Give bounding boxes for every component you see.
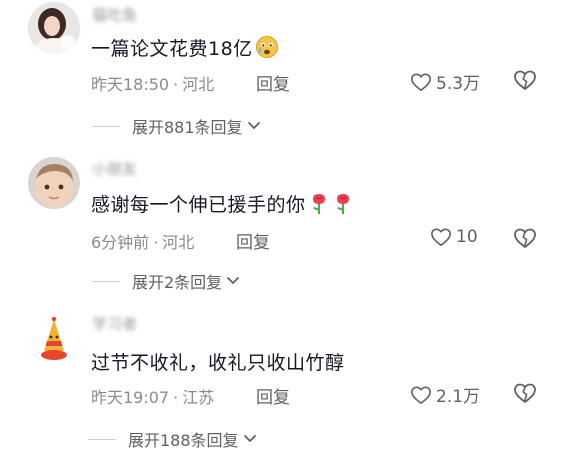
expand-replies-label: 展开881条回复 <box>132 118 243 137</box>
broken-heart-icon <box>514 228 536 248</box>
expand-replies-button[interactable]: 展开2条回复 <box>92 269 240 293</box>
avatar[interactable] <box>28 313 80 365</box>
reply-button[interactable]: 回复 <box>256 70 290 95</box>
divider-line <box>88 438 116 440</box>
avatar-image <box>28 313 80 365</box>
expand-replies-button[interactable]: 展开188条回复 <box>88 427 257 451</box>
heart-icon <box>411 385 431 404</box>
broken-heart-icon <box>514 70 536 90</box>
comment-meta: 昨天18:50 · 河北 <box>91 71 214 95</box>
reply-button[interactable]: 回复 <box>256 383 290 408</box>
dislike-button[interactable] <box>513 227 537 253</box>
like-count: 5.3万 <box>436 74 481 94</box>
comment-time: 昨天19:07 <box>91 388 170 407</box>
comment-location: 河北 <box>162 233 195 252</box>
comment-text-content: 一篇论文花费18亿 <box>91 38 253 60</box>
comment-time: 昨天18:50 <box>91 75 170 94</box>
chevron-down-icon <box>243 435 256 442</box>
divider-line <box>92 125 120 127</box>
divider-line <box>92 280 120 282</box>
comment-location: 江苏 <box>182 388 215 407</box>
reply-button[interactable]: 回复 <box>236 228 270 253</box>
comment-meta: 昨天19:07 · 江苏 <box>91 384 214 408</box>
like-button[interactable]: 2.1万 <box>410 382 480 407</box>
rose-icon <box>308 191 330 220</box>
avatar-image <box>28 157 80 209</box>
dislike-button[interactable] <box>513 382 537 408</box>
comment-time: 6分钟前 <box>91 233 150 252</box>
chevron-down-icon <box>247 122 260 129</box>
username[interactable]: 猫吃鱼 <box>92 4 137 25</box>
avatar[interactable] <box>28 2 80 54</box>
like-button[interactable]: 5.3万 <box>410 69 480 94</box>
comment-meta: 6分钟前 · 河北 <box>91 229 194 253</box>
separator: · <box>153 233 159 252</box>
like-count: 10 <box>456 227 478 247</box>
expand-replies-label: 展开2条回复 <box>132 273 223 292</box>
rose-icon <box>332 191 354 220</box>
comment-text: 感谢每一个伸已援手的你 <box>91 190 354 220</box>
username[interactable]: 小朋友 <box>92 158 137 179</box>
expand-replies-button[interactable]: 展开881条回复 <box>92 114 261 138</box>
comment-text: 一篇论文花费18亿 <box>91 34 279 64</box>
chevron-down-icon <box>227 277 240 284</box>
separator: · <box>173 75 179 94</box>
heart-icon <box>431 228 451 246</box>
like-count: 2.1万 <box>436 387 481 407</box>
expand-replies-label: 展开188条回复 <box>128 431 239 450</box>
heart-icon <box>411 72 431 91</box>
like-button[interactable]: 10 <box>430 227 478 247</box>
username[interactable]: 学习者 <box>92 313 137 334</box>
comment-text-content: 感谢每一个伸已援手的你 <box>91 194 306 216</box>
comment-location: 河北 <box>182 75 215 94</box>
avatar[interactable] <box>28 157 80 209</box>
crying-face-icon <box>255 35 279 64</box>
dislike-button[interactable] <box>513 69 537 95</box>
comment-text-content: 过节不收礼，收礼只收山竹醇 <box>91 352 345 374</box>
broken-heart-icon <box>514 383 536 403</box>
avatar-image <box>28 2 80 54</box>
separator: · <box>173 388 179 407</box>
comment-text: 过节不收礼，收礼只收山竹醇 <box>91 348 345 375</box>
